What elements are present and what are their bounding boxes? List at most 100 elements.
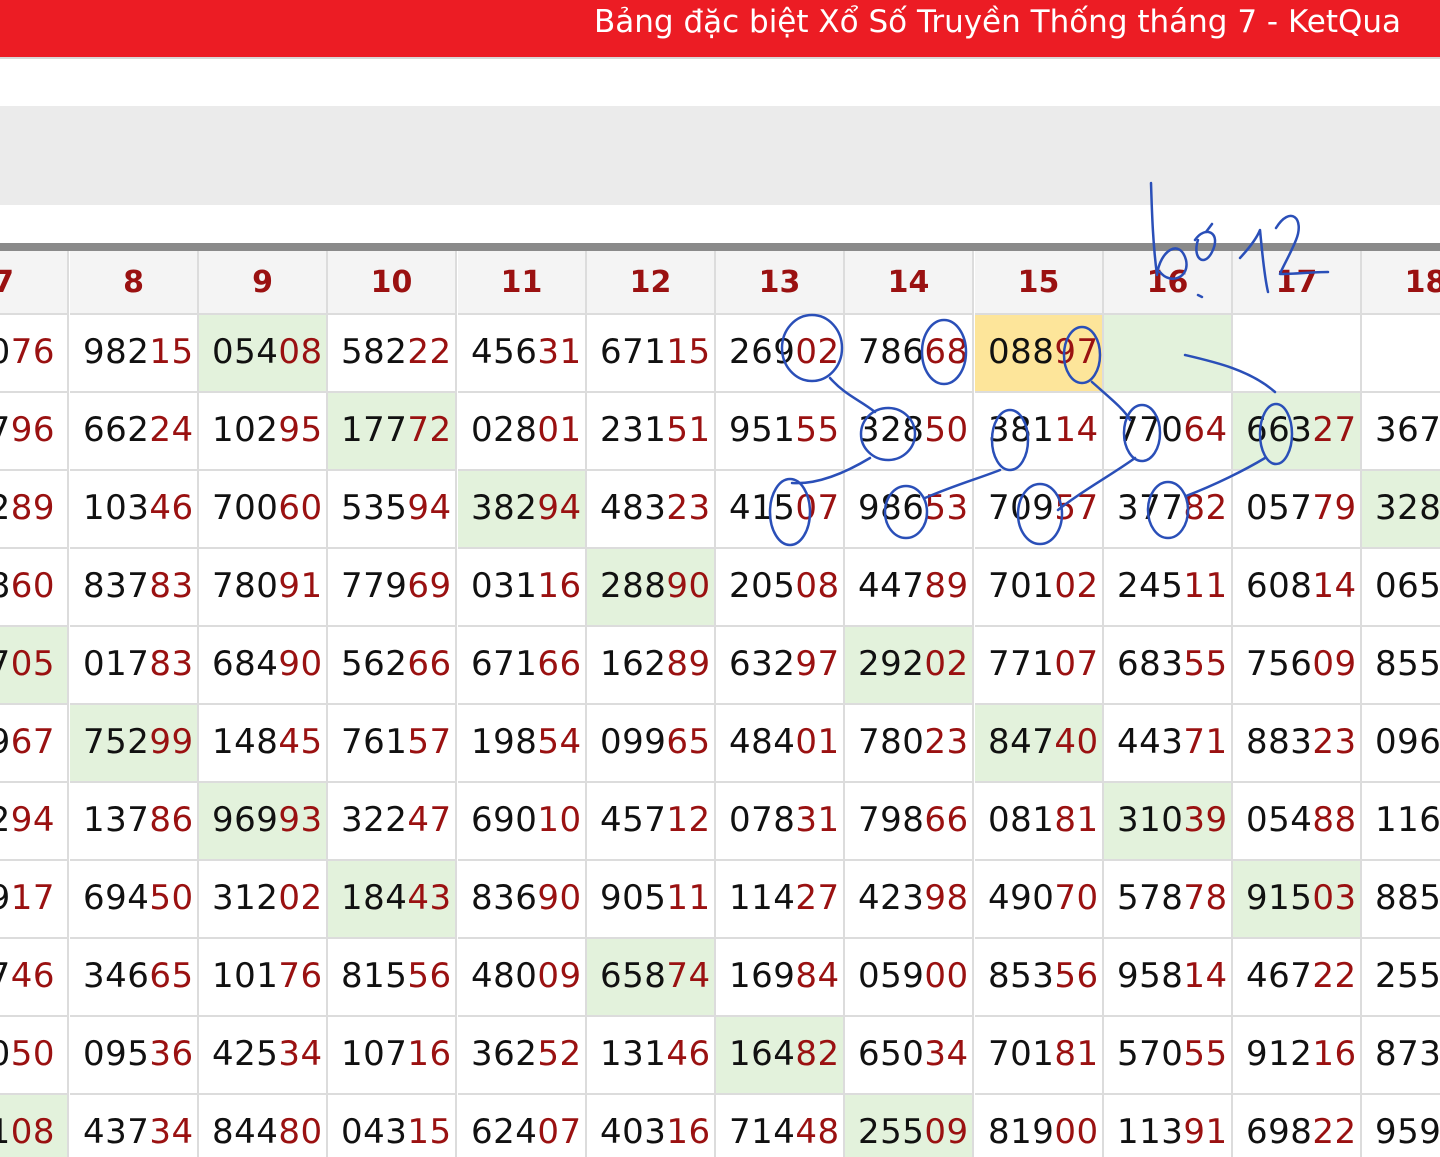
- result-tail-digits: 65: [149, 956, 194, 996]
- result-head-digits: 837: [83, 566, 150, 606]
- result-head-digits: 701: [988, 566, 1055, 606]
- result-number: 85356: [988, 956, 1099, 996]
- result-number: 75609: [1246, 644, 1357, 684]
- result-tail-digits: 94: [407, 488, 452, 528]
- result-cell: [1104, 315, 1233, 393]
- result-tail-digits: 00: [924, 956, 969, 996]
- result-tail-digits: 24: [149, 410, 194, 450]
- result-number: 34665: [83, 956, 194, 996]
- result-number: 076: [0, 332, 55, 372]
- result-cell: [1362, 315, 1440, 393]
- result-cell: 050: [0, 1017, 69, 1095]
- result-tail-digits: 07: [1054, 644, 1099, 684]
- result-cell: 294: [0, 783, 69, 861]
- result-cell: 57055: [1104, 1017, 1233, 1095]
- result-tail-digits: 07: [537, 1112, 582, 1152]
- result-head-digits: 883: [1246, 722, 1313, 762]
- result-number: 91216: [1246, 1034, 1357, 1074]
- result-tail-digits: 08: [795, 566, 840, 606]
- result-head-digits: 0: [0, 332, 11, 372]
- result-head-digits: 582: [341, 332, 408, 372]
- result-head-digits: 662: [83, 410, 150, 450]
- result-number: 959: [1375, 1112, 1440, 1152]
- column-header-8: 8: [70, 251, 199, 315]
- result-tail-digits: 05: [10, 644, 55, 684]
- result-tail-digits: 66: [537, 644, 582, 684]
- result-cell: 49070: [975, 861, 1104, 939]
- result-number: 77064: [1117, 410, 1228, 450]
- result-cell: 860: [0, 549, 69, 627]
- result-cell: 63297: [716, 627, 845, 705]
- result-number: 23151: [600, 410, 711, 450]
- result-number: 13146: [600, 1034, 711, 1074]
- result-tail-digits: 96: [10, 410, 55, 450]
- result-tail-digits: 93: [278, 800, 323, 840]
- result-number: 77969: [341, 566, 452, 606]
- result-cell: 367: [1362, 393, 1440, 471]
- result-number: 78091: [212, 566, 323, 606]
- result-head-digits: 114: [729, 878, 796, 918]
- result-number: 255: [1375, 956, 1440, 996]
- result-tail-digits: 67: [10, 722, 55, 762]
- result-number: 04315: [341, 1112, 452, 1152]
- result-tail-digits: 14: [1054, 410, 1099, 450]
- result-head-digits: 480: [471, 956, 538, 996]
- result-cell: 81900: [975, 1095, 1104, 1157]
- result-head-digits: 562: [341, 644, 408, 684]
- result-cell: 78091: [199, 549, 328, 627]
- result-head-digits: 905: [600, 878, 667, 918]
- result-head-digits: 131: [600, 1034, 667, 1074]
- result-tail-digits: 82: [1183, 488, 1228, 528]
- result-cell: 255: [1362, 939, 1440, 1017]
- result-head-digits: 101: [212, 956, 279, 996]
- result-number: 81900: [988, 1112, 1099, 1152]
- result-cell: 48401: [716, 705, 845, 783]
- result-cell: 96993: [199, 783, 328, 861]
- result-tail-digits: 48: [795, 1112, 840, 1152]
- result-number: 53594: [341, 488, 452, 528]
- result-head-digits: 245: [1117, 566, 1184, 606]
- result-head-digits: 780: [212, 566, 279, 606]
- result-head-digits: 2: [0, 488, 11, 528]
- result-number: 24511: [1117, 566, 1228, 606]
- result-head-digits: 057: [1246, 488, 1313, 528]
- result-cell: 84480: [199, 1095, 328, 1157]
- result-cell: 10346: [70, 471, 199, 549]
- result-number: 78668: [858, 332, 969, 372]
- result-cell: 065: [1362, 549, 1440, 627]
- column-header-18: 18: [1362, 251, 1440, 315]
- result-cell: 95814: [1104, 939, 1233, 1017]
- result-head-digits: 578: [1117, 878, 1184, 918]
- result-head-digits: 779: [341, 566, 408, 606]
- result-head-digits: 116: [1375, 800, 1440, 840]
- result-number: 294: [0, 800, 55, 840]
- result-head-digits: 096: [1375, 722, 1440, 762]
- column-header-9: 9: [199, 251, 328, 315]
- result-number: 917: [0, 878, 55, 918]
- result-head-digits: 771: [988, 644, 1055, 684]
- result-cell: 78668: [845, 315, 974, 393]
- result-cell: 967: [0, 705, 69, 783]
- result-number: 065: [1375, 566, 1440, 606]
- result-head-digits: 031: [471, 566, 538, 606]
- result-head-digits: 415: [729, 488, 796, 528]
- result-head-digits: 701: [988, 1034, 1055, 1074]
- result-cell: 98653: [845, 471, 974, 549]
- result-tail-digits: 51: [666, 410, 711, 450]
- column-header-14: 14: [845, 251, 974, 315]
- result-head-digits: 483: [600, 488, 667, 528]
- result-cell: 67115: [587, 315, 716, 393]
- result-number: 69822: [1246, 1112, 1357, 1152]
- result-number: 705: [0, 644, 55, 684]
- result-head-digits: 231: [600, 410, 667, 450]
- result-head-digits: 709: [988, 488, 1055, 528]
- result-number: 70102: [988, 566, 1099, 606]
- result-head-digits: 959: [1375, 1112, 1440, 1152]
- result-cell: 096: [1362, 705, 1440, 783]
- result-tail-digits: 08: [278, 332, 323, 372]
- result-tail-digits: 88: [1312, 800, 1357, 840]
- result-head-digits: 467: [1246, 956, 1313, 996]
- result-tail-digits: 31: [795, 800, 840, 840]
- result-tail-digits: 34: [278, 1034, 323, 1074]
- column-header-11: 11: [458, 251, 587, 315]
